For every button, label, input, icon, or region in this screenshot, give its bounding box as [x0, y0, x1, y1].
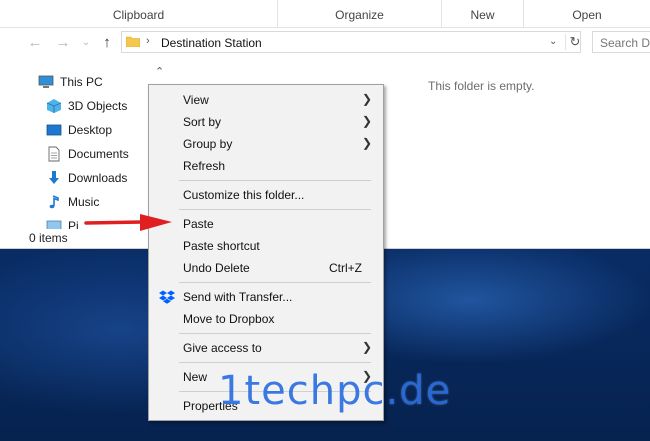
menu-item-paste[interactable]: Paste	[149, 213, 383, 235]
menu-item-label: Paste shortcut	[183, 239, 260, 253]
menu-separator	[179, 282, 371, 283]
menu-item-sort-by[interactable]: Sort by ❯	[149, 111, 383, 133]
menu-separator	[179, 333, 371, 334]
menu-item-label: Move to Dropbox	[183, 312, 275, 326]
menu-item-label: View	[183, 93, 209, 107]
downloads-icon	[49, 171, 59, 184]
forward-arrow-icon: →	[55, 33, 71, 51]
navigation-pane: This PC 3D Objects Desktop Documents Dow…	[0, 64, 145, 229]
nav-item-label: Documents	[68, 147, 129, 161]
menu-item-label: Sort by	[183, 115, 222, 129]
menu-item-label: Undo Delete	[183, 261, 250, 275]
up-button[interactable]: ↑	[97, 32, 117, 52]
forward-button[interactable]: →	[53, 32, 73, 52]
nav-item-music[interactable]: Music	[46, 192, 99, 212]
folder-icon	[126, 36, 140, 47]
menu-item-label: Send with Transfer...	[183, 290, 293, 304]
this-pc-icon	[38, 75, 54, 88]
menu-item-label: Give access to	[183, 341, 262, 355]
menu-item-undo-delete[interactable]: Undo Delete Ctrl+Z	[149, 257, 383, 279]
submenu-arrow-icon: ❯	[362, 114, 373, 128]
refresh-icon[interactable]: ↻	[565, 34, 582, 50]
submenu-arrow-icon: ❯	[362, 92, 373, 106]
submenu-arrow-icon: ❯	[362, 136, 373, 150]
dropbox-icon	[159, 290, 175, 304]
submenu-arrow-icon: ❯	[362, 340, 373, 354]
menu-item-shortcut: Ctrl+Z	[329, 261, 362, 275]
menu-item-label: Refresh	[183, 159, 226, 173]
menu-item-customize-folder[interactable]: Customize this folder...	[149, 184, 383, 206]
menu-item-paste-shortcut[interactable]: Paste shortcut	[149, 235, 383, 257]
music-icon	[49, 195, 59, 209]
search-input[interactable]: Search De	[592, 31, 650, 53]
menu-item-label: New	[183, 370, 208, 384]
menu-item-label: Group by	[183, 137, 233, 151]
menu-item-label: Paste	[183, 217, 214, 231]
desktop-icon	[46, 124, 62, 136]
status-item-count: 0 items	[29, 231, 68, 245]
address-bar-row: ← → ⌄ ↑ › Destination Station ⌄ ↻ Search…	[0, 28, 650, 58]
menu-item-group-by[interactable]: Group by ❯	[149, 133, 383, 155]
nav-item-documents[interactable]: Documents	[46, 144, 129, 164]
menu-separator	[179, 362, 371, 363]
ribbon-group-new: New	[442, 0, 524, 27]
documents-icon	[48, 146, 60, 162]
ribbon-group-organize: Organize	[278, 0, 442, 27]
menu-item-send-with-transfer[interactable]: Send with Transfer...	[149, 286, 383, 308]
back-button[interactable]: ←	[25, 32, 45, 52]
address-box[interactable]: › Destination Station ⌄ ↻	[121, 31, 581, 53]
nav-item-label: This PC	[60, 75, 103, 89]
watermark-text: 1techpc.de	[218, 368, 452, 414]
ribbon-group-open: Open	[572, 8, 602, 22]
menu-item-view[interactable]: View ❯	[149, 89, 383, 111]
nav-item-label: Desktop	[68, 123, 113, 137]
menu-item-label: Customize this folder...	[183, 188, 305, 202]
nav-item-label: Downloads	[68, 171, 128, 185]
menu-separator	[179, 180, 371, 181]
ribbon-group-clipboard: Clipboard	[0, 0, 278, 27]
nav-item-label: Pi	[68, 219, 79, 229]
menu-item-give-access[interactable]: Give access to ❯	[149, 337, 383, 359]
nav-item-3d-objects[interactable]: 3D Objects	[46, 96, 127, 116]
menu-item-refresh[interactable]: Refresh	[149, 155, 383, 177]
3d-objects-icon	[46, 99, 62, 113]
red-pointer-arrow-icon	[84, 214, 172, 231]
nav-item-desktop[interactable]: Desktop	[46, 120, 112, 140]
empty-folder-message: This folder is empty.	[428, 79, 535, 93]
search-placeholder: Search De	[600, 36, 650, 50]
back-arrow-icon: ←	[27, 33, 43, 51]
nav-item-label: 3D Objects	[68, 99, 128, 113]
address-dropdown-icon[interactable]: ⌄	[549, 36, 557, 47]
nav-item-this-pc[interactable]: This PC	[38, 72, 103, 92]
collapse-chevron-icon[interactable]: ⌃	[155, 65, 164, 78]
recent-locations-button[interactable]: ⌄	[76, 32, 96, 52]
up-arrow-icon: ↑	[103, 33, 111, 51]
ribbon-group-labels: Clipboard Organize New Open	[0, 0, 650, 28]
menu-item-move-to-dropbox[interactable]: Move to Dropbox	[149, 308, 383, 330]
nav-item-downloads[interactable]: Downloads	[46, 168, 127, 188]
menu-separator	[179, 209, 371, 210]
breadcrumb-folder[interactable]: Destination Station	[161, 36, 262, 50]
nav-item-pictures[interactable]: Pi	[46, 216, 79, 229]
nav-item-label: Music	[68, 195, 100, 209]
breadcrumb-chevron-icon: ›	[146, 35, 150, 47]
chevron-down-icon: ⌄	[81, 36, 91, 48]
pictures-icon	[46, 220, 62, 229]
